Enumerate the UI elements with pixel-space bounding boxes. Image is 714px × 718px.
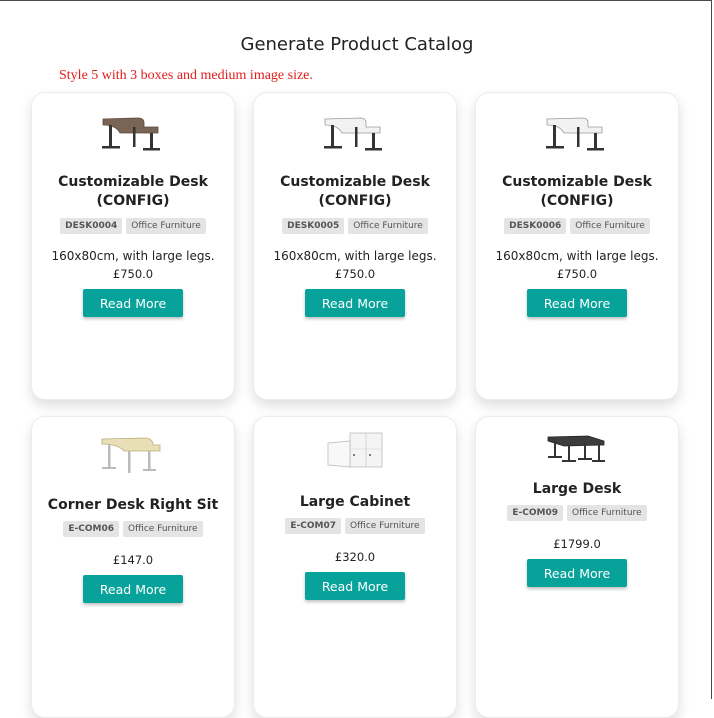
product-price: £147.0 (112, 553, 154, 567)
desk-icon (32, 105, 234, 155)
tag-list: E-COM09 Office Furniture (476, 505, 678, 521)
category-badge: Office Furniture (570, 218, 650, 234)
sku-badge: E-COM09 (507, 505, 564, 521)
category-badge: Office Furniture (126, 218, 206, 234)
category-badge: Office Furniture (348, 218, 428, 234)
style-note: Style 5 with 3 boxes and medium image si… (59, 68, 313, 83)
product-card: Large Desk E-COM09 Office Furniture £179… (475, 416, 679, 718)
category-badge: Office Furniture (123, 521, 203, 537)
sku-badge: DESK0004 (60, 218, 123, 234)
sku-badge: DESK0005 (282, 218, 345, 234)
product-price: £750.0 (112, 267, 154, 281)
read-more-button[interactable]: Read More (83, 289, 183, 317)
product-title: Customizable Desk (CONFIG) (280, 174, 430, 209)
tag-list: E-COM06 Office Furniture (32, 521, 234, 537)
tag-list: DESK0006 Office Furniture (476, 218, 678, 234)
read-more-button[interactable]: Read More (305, 289, 405, 317)
product-description: 160x80cm, with large legs. (273, 249, 437, 263)
product-title: Customizable Desk (CONFIG) (502, 174, 652, 209)
product-description: 160x80cm, with large legs. (51, 249, 215, 263)
large-desk-icon (476, 431, 678, 465)
product-title: Large Desk (532, 481, 622, 497)
corner-desk-icon (32, 429, 234, 479)
tag-list: E-COM07 Office Furniture (254, 518, 456, 534)
category-badge: Office Furniture (567, 505, 647, 521)
desk-icon (476, 105, 678, 155)
read-more-button[interactable]: Read More (527, 559, 627, 587)
sku-badge: DESK0006 (504, 218, 567, 234)
product-price: £320.0 (334, 550, 376, 564)
product-card: Customizable Desk (CONFIG) DESK0005 Offi… (253, 92, 457, 400)
product-title: Large Cabinet (299, 494, 411, 510)
read-more-button[interactable]: Read More (83, 575, 183, 603)
tag-list: DESK0005 Office Furniture (254, 218, 456, 234)
tag-list: DESK0004 Office Furniture (32, 218, 234, 234)
cabinet-icon (254, 429, 456, 473)
category-badge: Office Furniture (345, 518, 425, 534)
product-card: Large Cabinet E-COM07 Office Furniture £… (253, 416, 457, 718)
product-title: Customizable Desk (CONFIG) (58, 174, 208, 209)
sku-badge: E-COM07 (285, 518, 342, 534)
product-price: £1799.0 (553, 537, 601, 551)
product-price: £750.0 (334, 267, 376, 281)
product-description: 160x80cm, with large legs. (495, 249, 659, 263)
desk-icon (254, 105, 456, 155)
read-more-button[interactable]: Read More (305, 572, 405, 600)
product-card: Corner Desk Right Sit E-COM06 Office Fur… (31, 416, 235, 718)
product-card: Customizable Desk (CONFIG) DESK0004 Offi… (31, 92, 235, 400)
product-card: Customizable Desk (CONFIG) DESK0006 Offi… (475, 92, 679, 400)
product-price: £750.0 (556, 267, 598, 281)
page-title: Generate Product Catalog (240, 34, 474, 55)
read-more-button[interactable]: Read More (527, 289, 627, 317)
product-title: Corner Desk Right Sit (47, 497, 219, 513)
sku-badge: E-COM06 (63, 521, 120, 537)
